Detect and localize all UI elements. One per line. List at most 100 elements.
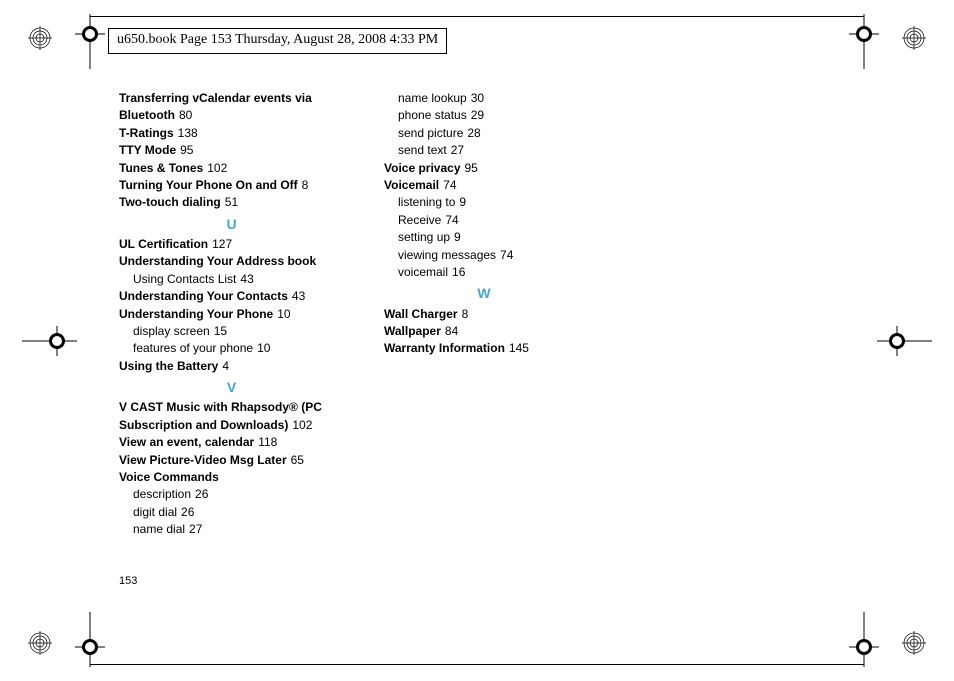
index-page: 102 (292, 418, 312, 432)
index-page: 145 (509, 341, 529, 355)
index-page: 9 (454, 230, 461, 244)
index-subentry: listening to9 (384, 194, 584, 211)
index-entry: Warranty Information 145 (384, 340, 584, 357)
index-subentry: setting up 9 (384, 229, 584, 246)
index-entry: Transferring vCalendar events via Blueto… (119, 90, 344, 125)
index-subtopic: voicemail (398, 265, 448, 279)
index-topic: View an event, calendar (119, 435, 254, 449)
index-page: 118 (258, 435, 277, 449)
index-page: 28 (467, 126, 480, 140)
index-topic: Transferring vCalendar events via Blueto… (119, 91, 312, 122)
index-column-1: Transferring vCalendar events via Blueto… (119, 90, 344, 539)
index-content: Transferring vCalendar events via Blueto… (119, 90, 759, 539)
index-subentry: name dial 27 (119, 521, 344, 538)
index-entry: Voicemail 74 (384, 177, 584, 194)
index-entry: TTY Mode 95 (119, 142, 344, 159)
index-topic: Voice Commands (119, 470, 219, 484)
crop-mark-icon (75, 14, 105, 69)
index-page: 15 (214, 324, 227, 338)
index-topic: TTY Mode (119, 143, 176, 157)
index-page: 74 (443, 178, 456, 192)
index-entry: Understanding Your Phone10 (119, 306, 344, 323)
index-subtopic: Using Contacts List (133, 272, 236, 286)
index-subentry: voicemail 16 (384, 264, 584, 281)
index-page: 43 (292, 289, 305, 303)
index-subtopic: Receive (398, 213, 441, 227)
index-topic: Voicemail (384, 178, 439, 192)
index-subentry: send text27 (384, 142, 584, 159)
page-header-text: u650.book Page 153 Thursday, August 28, … (117, 32, 438, 47)
index-topic: View Picture-Video Msg Later (119, 453, 287, 467)
index-subentry: digit dial26 (119, 504, 344, 521)
index-subentry: name lookup 30 (384, 90, 584, 107)
index-letter-w: W (384, 283, 584, 303)
index-page: 102 (207, 161, 227, 175)
crop-line-top (90, 16, 864, 17)
page-header-box: u650.book Page 153 Thursday, August 28, … (108, 28, 447, 54)
crop-mark-icon (877, 326, 932, 356)
index-subtopic: name lookup (398, 91, 467, 105)
index-entry: View an event, calendar 118 (119, 434, 344, 451)
index-topic: Warranty Information (384, 341, 505, 355)
index-subentry: viewing messages 74 (384, 247, 584, 264)
registration-mark-icon (902, 631, 926, 655)
index-page: 8 (302, 178, 309, 192)
index-entry: Using the Battery4 (119, 358, 344, 375)
index-subentry: Receive 74 (384, 212, 584, 229)
index-page: 74 (445, 213, 458, 227)
index-page: 27 (189, 522, 202, 536)
index-subentry: features of your phone10 (119, 340, 344, 357)
index-page: 51 (225, 195, 238, 209)
registration-mark-icon (902, 26, 926, 50)
index-page: 4 (222, 359, 229, 373)
index-topic: UL Certification (119, 237, 208, 251)
index-entry: Understanding Your Address book (119, 253, 344, 270)
index-entry: Turning Your Phone On and Off8 (119, 177, 344, 194)
index-page: 8 (462, 307, 469, 321)
index-entry: UL Certification 127 (119, 236, 344, 253)
index-entry: Two-touch dialing 51 (119, 194, 344, 211)
index-subentry: description26 (119, 486, 344, 503)
registration-mark-icon (28, 26, 52, 50)
index-subtopic: display screen (133, 324, 210, 338)
index-entry: Wall Charger 8 (384, 306, 584, 323)
index-entry: Wallpaper 84 (384, 323, 584, 340)
index-letter-v: V (119, 377, 344, 397)
index-subtopic: send picture (398, 126, 463, 140)
index-page: 26 (181, 505, 194, 519)
index-page: 16 (452, 265, 465, 279)
index-topic: Two-touch dialing (119, 195, 221, 209)
index-subentry: phone status29 (384, 107, 584, 124)
index-subtopic: viewing messages (398, 248, 496, 262)
index-topic: Wall Charger (384, 307, 458, 321)
index-subtopic: name dial (133, 522, 185, 536)
index-topic: Understanding Your Contacts (119, 289, 288, 303)
index-topic: Voice privacy (384, 161, 461, 175)
index-page: 84 (445, 324, 458, 338)
index-page: 74 (500, 248, 513, 262)
index-topic: Wallpaper (384, 324, 441, 338)
index-column-2: name lookup 30 phone status29 send pictur… (384, 90, 584, 539)
index-page: 138 (178, 126, 198, 140)
index-page: 30 (471, 91, 484, 105)
index-page: 65 (291, 453, 304, 467)
index-subtopic: setting up (398, 230, 450, 244)
index-page: 95 (180, 143, 193, 157)
index-topic: Tunes & Tones (119, 161, 203, 175)
index-page: 127 (212, 237, 232, 251)
index-subtopic: listening to (398, 195, 455, 209)
index-entry: View Picture-Video Msg Later 65 (119, 452, 344, 469)
index-subtopic: features of your phone (133, 341, 253, 355)
crop-mark-icon (849, 14, 879, 69)
registration-mark-icon (28, 631, 52, 655)
index-page: 80 (179, 108, 192, 122)
index-page: 43 (240, 272, 253, 286)
index-subentry: send picture 28 (384, 125, 584, 142)
index-topic: T-Ratings (119, 126, 174, 140)
index-entry: Understanding Your Contacts 43 (119, 288, 344, 305)
index-entry: Voice Commands (119, 469, 344, 486)
index-letter-u: U (119, 214, 344, 234)
index-subentry: display screen 15 (119, 323, 344, 340)
index-topic: Understanding Your Address book (119, 254, 316, 268)
index-topic: Understanding Your Phone (119, 307, 273, 321)
